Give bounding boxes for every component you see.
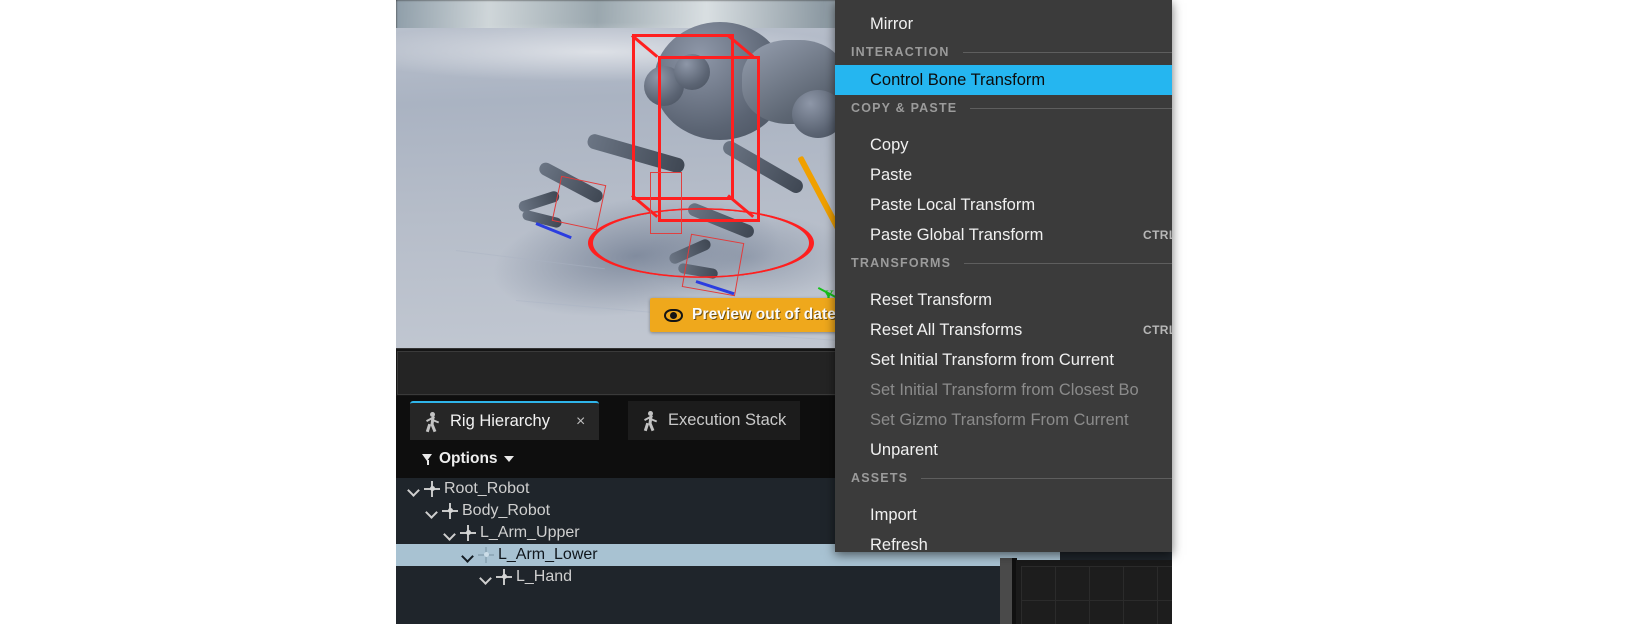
close-icon[interactable]: × [576, 413, 585, 430]
menu-item-mirror[interactable]: Mirror [835, 9, 1172, 39]
rig-runner-icon [642, 411, 658, 432]
menu-section-assets: ASSETS [835, 465, 1172, 491]
menu-item-label: Paste [870, 165, 913, 184]
chevron-down-icon[interactable] [442, 526, 456, 540]
menu-item-paste-global-transform[interactable]: Paste Global Transform CTRL+ [835, 220, 1172, 250]
menu-item-label: Mirror [870, 14, 914, 33]
menu-item-label: Reset All Transforms [870, 320, 1023, 339]
preview-banner-label: Preview out of date [692, 306, 837, 323]
chevron-down-icon[interactable] [478, 570, 492, 584]
menu-section-label: ASSETS [851, 471, 909, 485]
menu-item-shortcut: CTRL+ [1143, 323, 1172, 337]
menu-item-reset-all-transforms[interactable]: Reset All Transforms CTRL+ [835, 315, 1172, 345]
tab-label: Execution Stack [668, 411, 787, 429]
tree-row-label: Body_Robot [462, 502, 551, 519]
menu-section-label: TRANSFORMS [851, 256, 952, 270]
bone-icon [458, 523, 478, 543]
rig-runner-icon [424, 412, 440, 433]
tab-label: Rig Hierarchy [450, 412, 550, 430]
tree-row-label: L_Hand [516, 568, 573, 585]
bone-icon [422, 479, 442, 499]
menu-item-label: Control Bone Transform [870, 70, 1046, 89]
chevron-down-icon[interactable] [460, 548, 474, 562]
menu-item-import[interactable]: Import [835, 500, 1172, 530]
menu-section-rule [970, 107, 1172, 109]
chevron-down-icon[interactable] [424, 504, 438, 518]
tree-row-label: L_Arm_Lower [498, 546, 598, 563]
menu-section-interaction: INTERACTION [835, 39, 1172, 65]
menu-item-set-initial-transform-from-closest-bone: Set Initial Transform from Closest Bo [835, 375, 1172, 405]
menu-item-label: Set Initial Transform from Closest Bo [870, 380, 1139, 399]
eye-icon [664, 308, 683, 322]
tree-row-label: Root_Robot [444, 480, 530, 497]
rig-bounding-box-back[interactable] [632, 34, 734, 200]
menu-item-set-gizmo-transform-from-current: Set Gizmo Transform From Current [835, 405, 1172, 435]
menu-section-rule [921, 477, 1172, 479]
menu-item-label: Unparent [870, 440, 938, 459]
menu-section-rule [964, 262, 1172, 264]
tab-rig-hierarchy[interactable]: Rig Hierarchy × [410, 401, 600, 440]
options-label: Options [439, 450, 498, 467]
menu-section-copy-paste: COPY & PASTE [835, 95, 1172, 121]
funnel-icon [422, 453, 433, 465]
bone-icon [476, 545, 496, 565]
screenshot-root: Z Y X Preview out of date Rig Hierarc [0, 0, 1650, 624]
menu-item-label: Paste Global Transform [870, 225, 1044, 244]
menu-item-refresh[interactable]: Refresh [835, 530, 1172, 553]
chevron-down-icon[interactable] [406, 482, 420, 496]
menu-section-rule [962, 51, 1172, 53]
menu-item-label: Copy [870, 135, 909, 154]
context-menu[interactable]: Mirror INTERACTION Control Bone Transfor… [835, 0, 1172, 552]
menu-item-copy[interactable]: Copy [835, 130, 1172, 160]
menu-item-label: Set Gizmo Transform From Current [870, 410, 1129, 429]
rig-small-box[interactable] [551, 175, 607, 231]
menu-item-control-bone-transform[interactable]: Control Bone Transform [835, 65, 1172, 95]
menu-item-paste[interactable]: Paste [835, 160, 1172, 190]
tab-execution-stack[interactable]: Execution Stack [628, 401, 801, 440]
menu-item-unparent[interactable]: Unparent [835, 435, 1172, 465]
menu-section-label: INTERACTION [851, 45, 950, 59]
menu-item-shortcut: CTRL+ [1143, 228, 1172, 242]
preview-out-of-date-banner[interactable]: Preview out of date [650, 298, 851, 332]
menu-section-label: COPY & PASTE [851, 101, 958, 115]
tree-row-label: L_Arm_Upper [480, 524, 580, 541]
menu-item-label: Refresh [870, 535, 928, 553]
graph-editor-grid [1021, 566, 1172, 624]
rig-small-box[interactable] [650, 172, 682, 234]
menu-item-set-initial-transform-from-current[interactable]: Set Initial Transform from Current [835, 345, 1172, 375]
bone-icon [494, 567, 514, 587]
panel-splitter[interactable] [1000, 558, 1012, 624]
chevron-down-icon [503, 456, 514, 462]
options-button[interactable]: Options [422, 450, 514, 468]
menu-item-reset-transform[interactable]: Reset Transform [835, 285, 1172, 315]
menu-item-paste-local-transform[interactable]: Paste Local Transform [835, 190, 1172, 220]
menu-section-transforms: TRANSFORMS [835, 250, 1172, 276]
menu-item-label: Reset Transform [870, 290, 992, 309]
menu-item-label: Import [870, 505, 917, 524]
menu-item-label: Paste Local Transform [870, 195, 1036, 214]
bone-icon [440, 501, 460, 521]
menu-item-label: Set Initial Transform from Current [870, 350, 1114, 369]
